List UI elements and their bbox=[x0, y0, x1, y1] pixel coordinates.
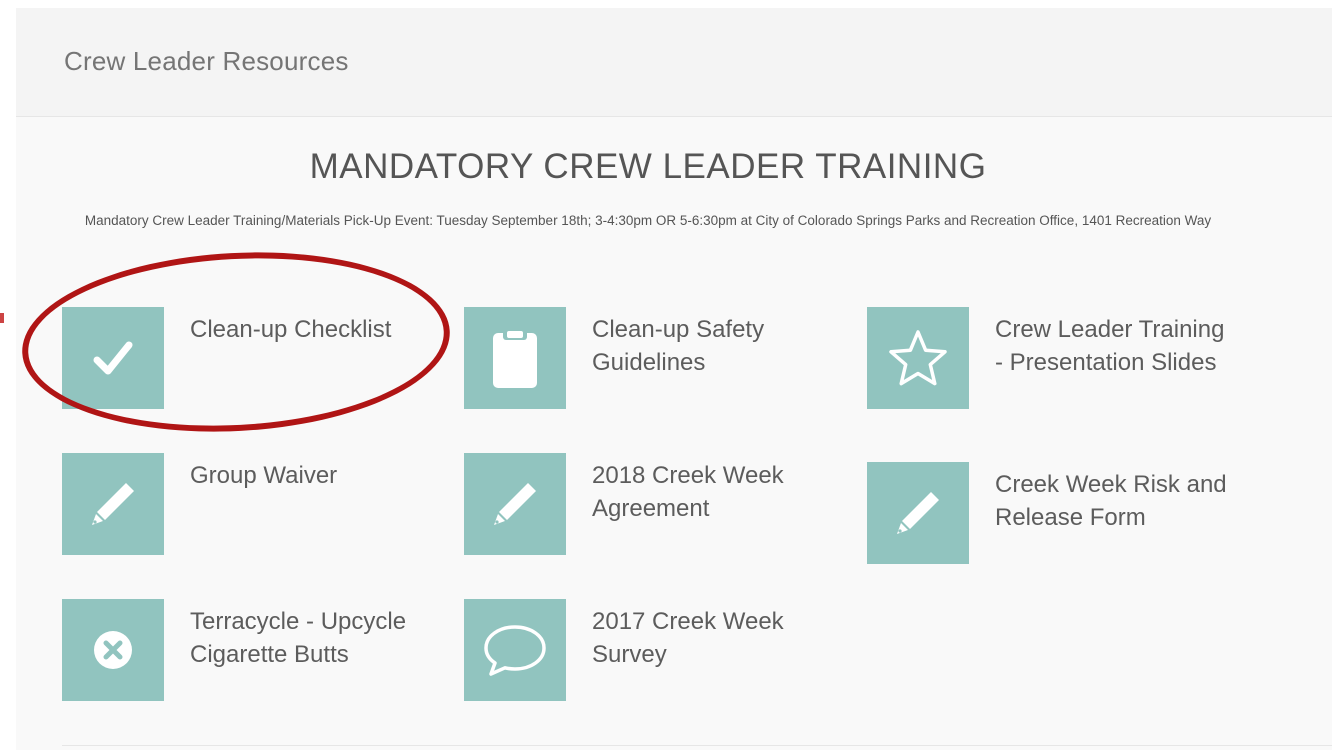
resource-tile[interactable] bbox=[464, 599, 566, 701]
resource-tile[interactable] bbox=[62, 307, 164, 409]
resource-tile[interactable] bbox=[62, 453, 164, 555]
pencil-icon bbox=[494, 483, 536, 525]
resource-2017-creek-week-survey[interactable]: 2017 Creek Week Survey bbox=[464, 599, 844, 701]
resource-clean-up-safety-guidelines[interactable]: Clean-up Safety Guidelines bbox=[464, 307, 844, 409]
resource-2018-creek-week-agreement[interactable]: 2018 Creek Week Agreement bbox=[464, 453, 844, 555]
divider bbox=[62, 745, 1332, 746]
resource-crew-leader-training-slides[interactable]: Crew Leader Training - Presentation Slid… bbox=[867, 307, 1247, 409]
annotation-mark bbox=[0, 313, 4, 323]
star-icon bbox=[889, 330, 947, 386]
resource-label[interactable]: Group Waiver bbox=[190, 459, 430, 492]
resource-label[interactable]: 2018 Creek Week Agreement bbox=[592, 459, 832, 525]
resource-tile[interactable] bbox=[867, 462, 969, 564]
resource-tile[interactable] bbox=[464, 307, 566, 409]
resource-tile[interactable] bbox=[867, 307, 969, 409]
resource-tile[interactable] bbox=[62, 599, 164, 701]
resource-label[interactable]: Crew Leader Training - Presentation Slid… bbox=[995, 313, 1235, 379]
resource-tile[interactable] bbox=[464, 453, 566, 555]
resource-label[interactable]: Clean-up Safety Guidelines bbox=[592, 313, 832, 379]
pencil-icon bbox=[92, 483, 134, 525]
section-heading: MANDATORY CREW LEADER TRAINING bbox=[309, 147, 987, 186]
close-circle-icon bbox=[94, 631, 132, 669]
resource-label[interactable]: 2017 Creek Week Survey bbox=[592, 605, 832, 671]
speech-bubble-icon bbox=[484, 625, 546, 676]
resource-label[interactable]: Creek Week Risk and Release Form bbox=[995, 468, 1235, 534]
resource-terracycle-upcycle[interactable]: Terracycle - Upcycle Cigarette Butts bbox=[62, 599, 442, 701]
clipboard-icon bbox=[493, 328, 537, 388]
resource-creek-week-risk-release-form[interactable]: Creek Week Risk and Release Form bbox=[867, 462, 1247, 564]
checkmark-icon bbox=[93, 341, 133, 375]
section-subtitle: Mandatory Crew Leader Training/Materials… bbox=[84, 213, 1212, 228]
panel-header: Crew Leader Resources bbox=[16, 8, 1332, 117]
resource-clean-up-checklist[interactable]: Clean-up Checklist bbox=[62, 307, 442, 409]
resource-label[interactable]: Clean-up Checklist bbox=[190, 313, 430, 346]
resource-label[interactable]: Terracycle - Upcycle Cigarette Butts bbox=[190, 605, 430, 671]
panel-title: Crew Leader Resources bbox=[64, 46, 349, 76]
resource-group-waiver[interactable]: Group Waiver bbox=[62, 453, 442, 555]
pencil-icon bbox=[897, 492, 939, 534]
